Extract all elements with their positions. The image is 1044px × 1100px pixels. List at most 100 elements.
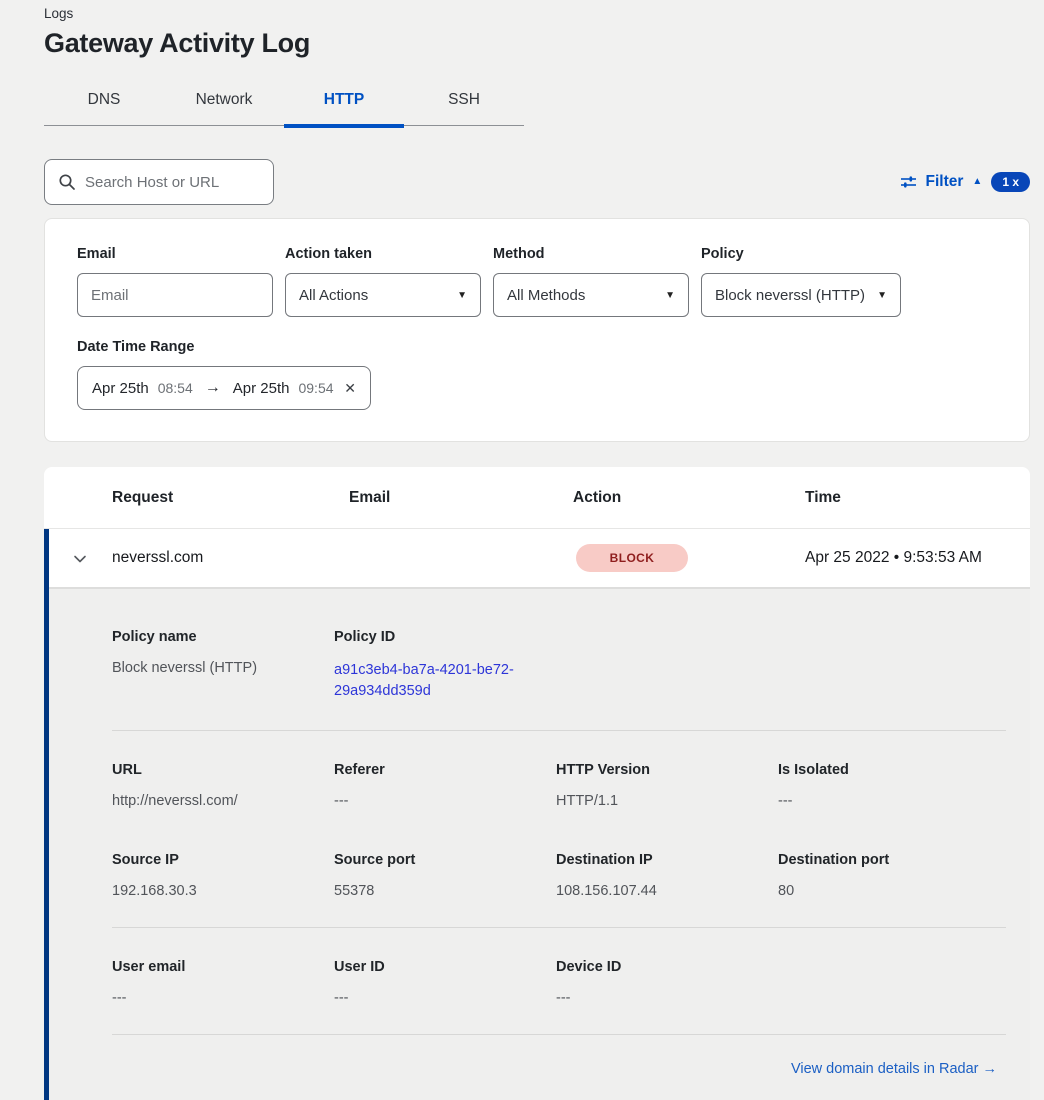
search-filter-bar: Filter ▲ 1 x [44, 159, 1030, 205]
user-email-value: --- [112, 990, 334, 1006]
arrow-right-icon: → [202, 379, 224, 397]
detail-field: Referer --- [334, 762, 556, 809]
end-date[interactable]: Apr 25th [233, 380, 290, 397]
email-input[interactable] [91, 287, 259, 304]
tab-network[interactable]: Network [164, 80, 284, 125]
filter-sliders-icon [900, 174, 917, 190]
end-time[interactable]: 09:54 [298, 380, 333, 396]
source-port-label: Source port [334, 852, 556, 868]
column-header-time: Time [805, 489, 1030, 507]
device-id-label: Device ID [556, 959, 778, 975]
collapse-chevron-icon[interactable] [72, 551, 88, 572]
source-ip-value: 192.168.30.3 [112, 883, 334, 899]
method-label: Method [493, 246, 689, 262]
policy-field: Policy Block neverssl (HTTP) ▼ [701, 246, 901, 317]
policy-id-link[interactable]: a91c3eb4-ba7a-4201-be72-29a934dd359d [334, 660, 526, 702]
page-title: Gateway Activity Log [44, 28, 1030, 59]
http-version-value: HTTP/1.1 [556, 793, 778, 809]
action-taken-value: All Actions [299, 287, 368, 304]
policy-id-label: Policy ID [334, 629, 556, 645]
method-select[interactable]: All Methods ▼ [493, 273, 689, 317]
referer-label: Referer [334, 762, 556, 778]
action-taken-select[interactable]: All Actions ▼ [285, 273, 481, 317]
user-id-value: --- [334, 990, 556, 1006]
detail-field: Policy name Block neverssl (HTTP) [112, 629, 334, 702]
user-section: User email --- User ID --- Device ID --- [112, 928, 1006, 1034]
url-section: URL http://neverssl.com/ Referer --- HTT… [112, 731, 1006, 809]
column-header-request: Request [112, 489, 349, 507]
policy-section: Policy name Block neverssl (HTTP) Policy… [112, 629, 1006, 730]
chevron-down-icon: ▼ [665, 290, 675, 301]
policy-value: Block neverssl (HTTP) [715, 287, 865, 304]
date-range-picker[interactable]: Apr 25th 08:54 → Apr 25th 09:54 ✕ [77, 366, 371, 410]
search-icon [58, 173, 76, 191]
breadcrumb[interactable]: Logs [44, 6, 1030, 21]
is-isolated-label: Is Isolated [778, 762, 1006, 778]
clear-date-range-icon[interactable]: ✕ [344, 380, 356, 397]
url-label: URL [112, 762, 334, 778]
email-filter-field: Email [77, 246, 273, 317]
detail-field: Device ID --- [556, 959, 778, 1006]
detail-field: Source port 55378 [334, 852, 556, 899]
email-filter-label: Email [77, 246, 273, 262]
detail-field: Destination port 80 [778, 852, 1006, 899]
table-header-row: Request Email Action Time [44, 467, 1030, 529]
log-type-tabs: DNS Network HTTP SSH [44, 80, 524, 126]
start-date[interactable]: Apr 25th [92, 380, 149, 397]
destination-port-label: Destination port [778, 852, 1006, 868]
tab-ssh[interactable]: SSH [404, 80, 524, 125]
search-box[interactable] [44, 159, 274, 205]
gateway-activity-log-page: Logs Gateway Activity Log DNS Network HT… [0, 0, 1044, 1100]
filter-toggle[interactable]: Filter ▲ 1 x [900, 172, 1031, 192]
action-taken-label: Action taken [285, 246, 481, 262]
http-version-label: HTTP Version [556, 762, 778, 778]
network-section: Source IP 192.168.30.3 Source port 55378… [112, 852, 1006, 927]
detail-field: HTTP Version HTTP/1.1 [556, 762, 778, 809]
source-port-value: 55378 [334, 883, 556, 899]
method-value: All Methods [507, 287, 585, 304]
tab-dns[interactable]: DNS [44, 80, 164, 125]
user-email-label: User email [112, 959, 334, 975]
filter-panel: Email Action taken All Actions ▼ Method … [44, 218, 1030, 442]
url-value: http://neverssl.com/ [112, 793, 334, 809]
date-range-label: Date Time Range [77, 339, 997, 355]
detail-field: URL http://neverssl.com/ [112, 762, 334, 809]
request-cell: neverssl.com [112, 549, 349, 567]
log-entry-details: Policy name Block neverssl (HTTP) Policy… [49, 589, 1030, 1100]
policy-label: Policy [701, 246, 901, 262]
date-range-field: Date Time Range Apr 25th 08:54 → Apr 25t… [77, 339, 997, 410]
view-domain-in-radar-link[interactable]: View domain details in Radar → [791, 1061, 997, 1077]
email-input-wrap [77, 273, 273, 317]
detail-field: Destination IP 108.156.107.44 [556, 852, 778, 899]
policy-name-value: Block neverssl (HTTP) [112, 660, 334, 676]
filter-fields-row: Email Action taken All Actions ▼ Method … [77, 246, 997, 317]
detail-field: User email --- [112, 959, 334, 1006]
radar-link-row: View domain details in Radar → [112, 1035, 1006, 1100]
table-row[interactable]: neverssl.com BLOCK Apr 25 2022 • 9:53:53… [49, 529, 1030, 589]
block-status-badge: BLOCK [576, 544, 688, 572]
activity-log-table: Request Email Action Time neverssl.com B… [44, 467, 1030, 1100]
tab-http[interactable]: HTTP [284, 80, 404, 125]
detail-field: Policy ID a91c3eb4-ba7a-4201-be72-29a934… [334, 629, 556, 702]
expanded-log-entry: neverssl.com BLOCK Apr 25 2022 • 9:53:53… [44, 529, 1030, 1100]
is-isolated-value: --- [778, 793, 1006, 809]
start-time[interactable]: 08:54 [158, 380, 193, 396]
action-taken-field: Action taken All Actions ▼ [285, 246, 481, 317]
destination-port-value: 80 [778, 883, 1006, 899]
detail-field-empty [778, 959, 1006, 1006]
policy-select[interactable]: Block neverssl (HTTP) ▼ [701, 273, 901, 317]
action-cell: BLOCK [573, 544, 805, 572]
chevron-up-icon: ▲ [972, 177, 982, 187]
detail-field: Source IP 192.168.30.3 [112, 852, 334, 899]
detail-field: User ID --- [334, 959, 556, 1006]
referer-value: --- [334, 793, 556, 809]
source-ip-label: Source IP [112, 852, 334, 868]
method-field: Method All Methods ▼ [493, 246, 689, 317]
filter-label: Filter [926, 173, 964, 191]
time-cell: Apr 25 2022 • 9:53:53 AM [805, 549, 1030, 567]
search-input[interactable] [85, 174, 260, 191]
column-header-action: Action [573, 489, 805, 507]
destination-ip-value: 108.156.107.44 [556, 883, 778, 899]
filter-count-badge[interactable]: 1 x [991, 172, 1030, 192]
detail-field: Is Isolated --- [778, 762, 1006, 809]
